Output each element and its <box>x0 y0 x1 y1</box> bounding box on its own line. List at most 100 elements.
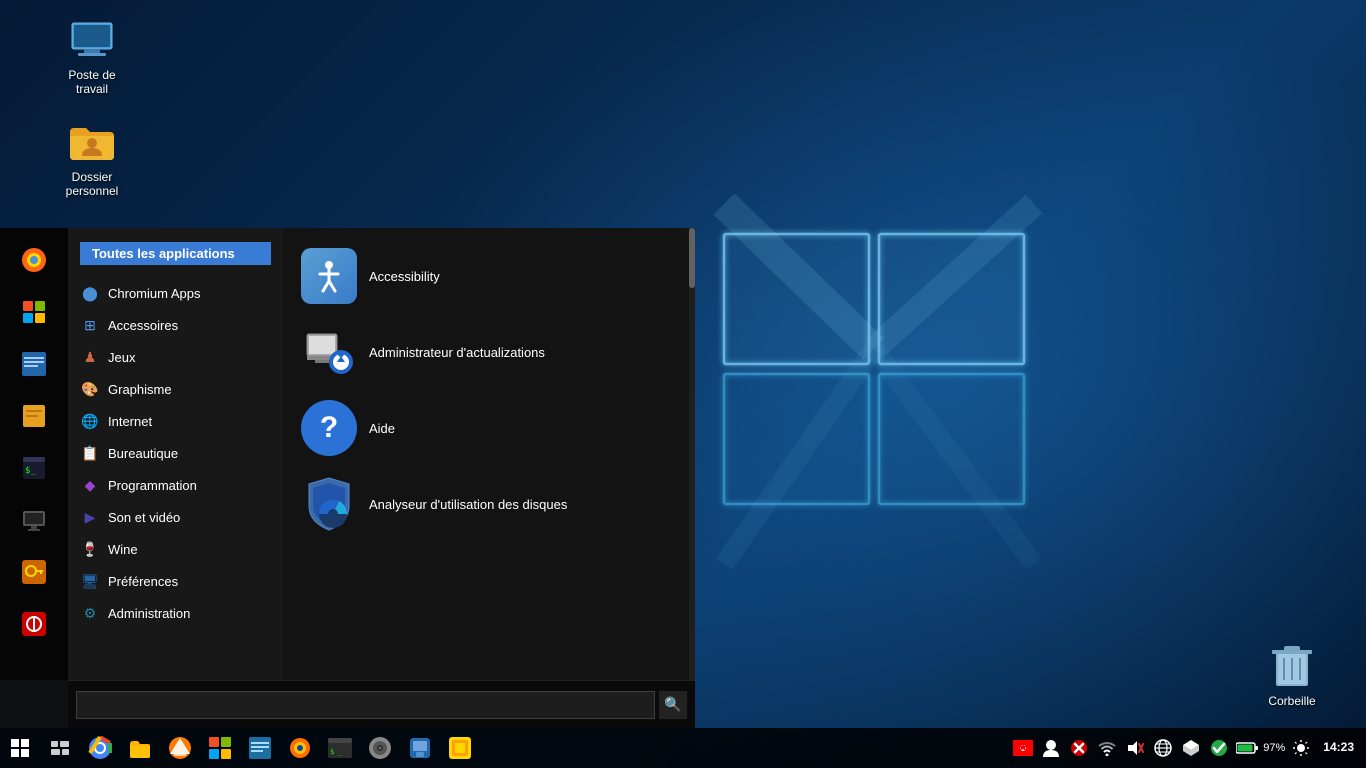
category-icon-wine: 🍷 <box>80 539 100 559</box>
app-label-aide: Aide <box>369 421 395 436</box>
personal-folder-label: Dossier personnel <box>52 170 132 199</box>
category-preferences[interactable]: 🖥Préférences <box>68 565 283 597</box>
category-icon-chromium: ⬤ <box>80 283 100 303</box>
app-label-update-manager: Administrateur d'actualizations <box>369 345 545 360</box>
systray-network[interactable] <box>1149 728 1177 768</box>
recycle-bin[interactable]: Corbeille <box>1268 638 1316 708</box>
app-label-disk-analyzer: Analyseur d'utilisation des disques <box>369 497 567 512</box>
task-view-button[interactable] <box>40 728 80 768</box>
category-graphics[interactable]: 🎨Graphisme <box>68 373 283 405</box>
taskbar-vlc[interactable] <box>160 728 200 768</box>
category-internet[interactable]: 🌐Internet <box>68 405 283 437</box>
category-icon-office: 📋 <box>80 443 100 463</box>
taskbar-files[interactable] <box>120 728 160 768</box>
all-apps-button[interactable]: Toutes les applications <box>80 242 271 265</box>
category-chromium[interactable]: ⬤ Chromium Apps <box>68 277 283 309</box>
systray-check[interactable] <box>1205 728 1233 768</box>
category-label-office: Bureautique <box>108 446 178 461</box>
start-menu-sidebar: $_ <box>0 228 68 680</box>
category-sound-video[interactable]: ▶ Son et vidéo <box>68 501 283 533</box>
category-label-games: Jeux <box>108 350 135 365</box>
category-icon-games: ♟ <box>80 347 100 367</box>
app-categories-panel: Toutes les applications ⬤ Chromium Apps ⊞A… <box>68 228 283 680</box>
taskbar: $ _ <box>0 728 1366 768</box>
categories-list: ⬤ Chromium Apps ⊞Accessoires ♟ Jeux 🎨Graphism… <box>68 277 283 629</box>
clock-time: 14:23 <box>1323 740 1354 756</box>
category-icon-preferences: 🖥 <box>80 571 100 591</box>
sidebar-store[interactable] <box>10 288 58 336</box>
category-accessories[interactable]: ⊞Accessoires <box>68 309 283 341</box>
workstation-icon <box>68 16 116 64</box>
sidebar-sticky[interactable] <box>10 392 58 440</box>
search-button[interactable]: 🔍 <box>659 691 687 719</box>
update-icon <box>301 324 357 380</box>
app-item-aide[interactable]: ? Aide <box>291 392 687 464</box>
app-icon-accessibility <box>301 248 357 304</box>
systray-user[interactable] <box>1037 728 1065 768</box>
start-button[interactable] <box>0 728 40 768</box>
taskbar-virtualbox[interactable] <box>400 728 440 768</box>
system-tray: 97% 14:23 <box>1005 728 1366 768</box>
systray-flag[interactable] <box>1009 728 1037 768</box>
category-office[interactable]: 📋 Bureautique <box>68 437 283 469</box>
category-programming[interactable]: ◆ Programmation <box>68 469 283 501</box>
category-label-accessories: Accessoires <box>108 318 178 333</box>
category-label-chromium: Chromium Apps <box>108 286 200 301</box>
folder-icon <box>68 118 116 166</box>
systray-update[interactable] <box>1065 728 1093 768</box>
systray-brightness[interactable] <box>1287 728 1315 768</box>
category-label-wine: Wine <box>108 542 138 557</box>
battery-percent: 97% <box>1261 728 1287 768</box>
desktop-icon-workstation[interactable]: Poste de travail <box>52 16 132 97</box>
systray-wifi[interactable] <box>1093 728 1121 768</box>
desktop: Poste de travail Dossier personnel <box>0 0 1366 768</box>
svg-text:$_: $_ <box>25 466 36 476</box>
taskbar-terminal[interactable]: $ _ <box>320 728 360 768</box>
svg-text:$ _: $ _ <box>330 748 343 756</box>
sidebar-red-app[interactable] <box>10 600 58 648</box>
systray-battery[interactable] <box>1233 728 1261 768</box>
category-label-administration: Administration <box>108 606 190 621</box>
taskbar-file-mgr[interactable] <box>240 728 280 768</box>
accessibility-icon <box>301 248 357 304</box>
category-label-graphics: Graphisme <box>108 382 172 397</box>
category-icon-programming: ◆ <box>80 475 100 495</box>
category-label-programming: Programmation <box>108 478 197 493</box>
sidebar-monitor[interactable] <box>10 496 58 544</box>
workstation-label: Poste de travail <box>52 68 132 97</box>
category-wine[interactable]: 🍷 Wine <box>68 533 283 565</box>
apps-list-panel[interactable]: Accessibility Administrateur d'actualiza… <box>283 228 695 680</box>
systray-clock[interactable]: 14:23 <box>1315 728 1362 768</box>
category-administration[interactable]: ⚙ Administration <box>68 597 283 629</box>
scroll-thumb[interactable] <box>689 228 695 288</box>
app-item-accessibility[interactable]: Accessibility <box>291 240 687 312</box>
sidebar-key[interactable] <box>10 548 58 596</box>
app-icon-disk-analyzer <box>301 476 357 532</box>
sidebar-file-manager[interactable] <box>10 340 58 388</box>
taskbar-chromium[interactable] <box>80 728 120 768</box>
taskbar-store[interactable] <box>200 728 240 768</box>
disk-icon <box>301 476 357 532</box>
app-icon-update-manager <box>301 324 357 380</box>
systray-volume[interactable] <box>1121 728 1149 768</box>
taskbar-app-yellow[interactable] <box>440 728 480 768</box>
search-input[interactable] <box>76 691 655 719</box>
category-icon-administration: ⚙ <box>80 603 100 623</box>
category-icon-internet: 🌐 <box>80 411 100 431</box>
app-icon-aide: ? <box>301 400 357 456</box>
sidebar-terminal[interactable]: $_ <box>10 444 58 492</box>
taskbar-disk[interactable] <box>360 728 400 768</box>
category-games[interactable]: ♟ Jeux <box>68 341 283 373</box>
sidebar-firefox[interactable] <box>10 236 58 284</box>
systray-dropbox[interactable] <box>1177 728 1205 768</box>
start-menu: $_ <box>0 228 695 728</box>
app-item-update-manager[interactable]: Administrateur d'actualizations <box>291 316 687 388</box>
category-label-sound-video: Son et vidéo <box>108 510 180 525</box>
app-item-disk-analyzer[interactable]: Analyseur d'utilisation des disques <box>291 468 687 540</box>
taskbar-firefox[interactable] <box>280 728 320 768</box>
app-label-accessibility: Accessibility <box>369 269 440 284</box>
desktop-icon-personal-folder[interactable]: Dossier personnel <box>52 118 132 199</box>
recycle-bin-icon <box>1268 638 1316 690</box>
category-icon-sound-video: ▶ <box>80 507 100 527</box>
scroll-track[interactable] <box>689 228 695 680</box>
